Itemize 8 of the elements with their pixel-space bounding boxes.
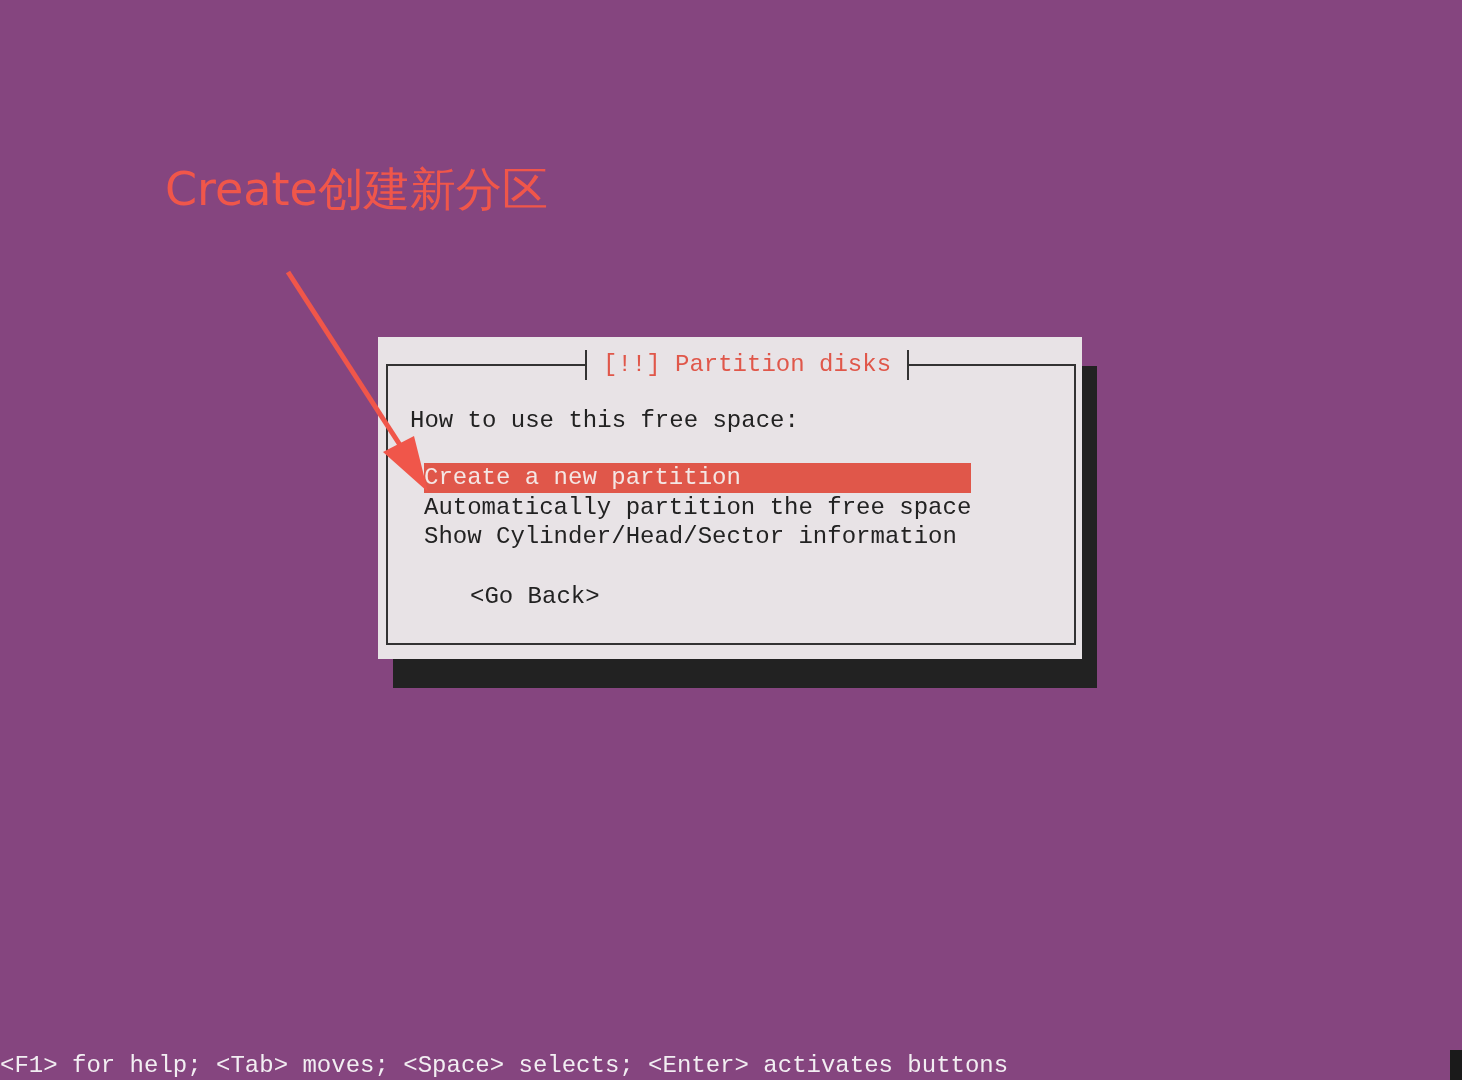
prompt-text: How to use this free space: [410,406,800,437]
menu-option[interactable]: Automatically partition the free space [424,492,972,523]
annotation-label: Create创建新分区 [165,162,548,218]
status-bar-text: <F1> for help; <Tab> moves; <Space> selects; <Enter> activates buttons [0,1052,1009,1080]
dialog-title: [!!] Partition disks [585,350,910,381]
menu-option[interactable]: Show Cylinder/Head/Sector information [424,522,972,552]
text-cursor [1450,1050,1462,1080]
go-back-button[interactable]: <Go Back> [470,581,600,612]
